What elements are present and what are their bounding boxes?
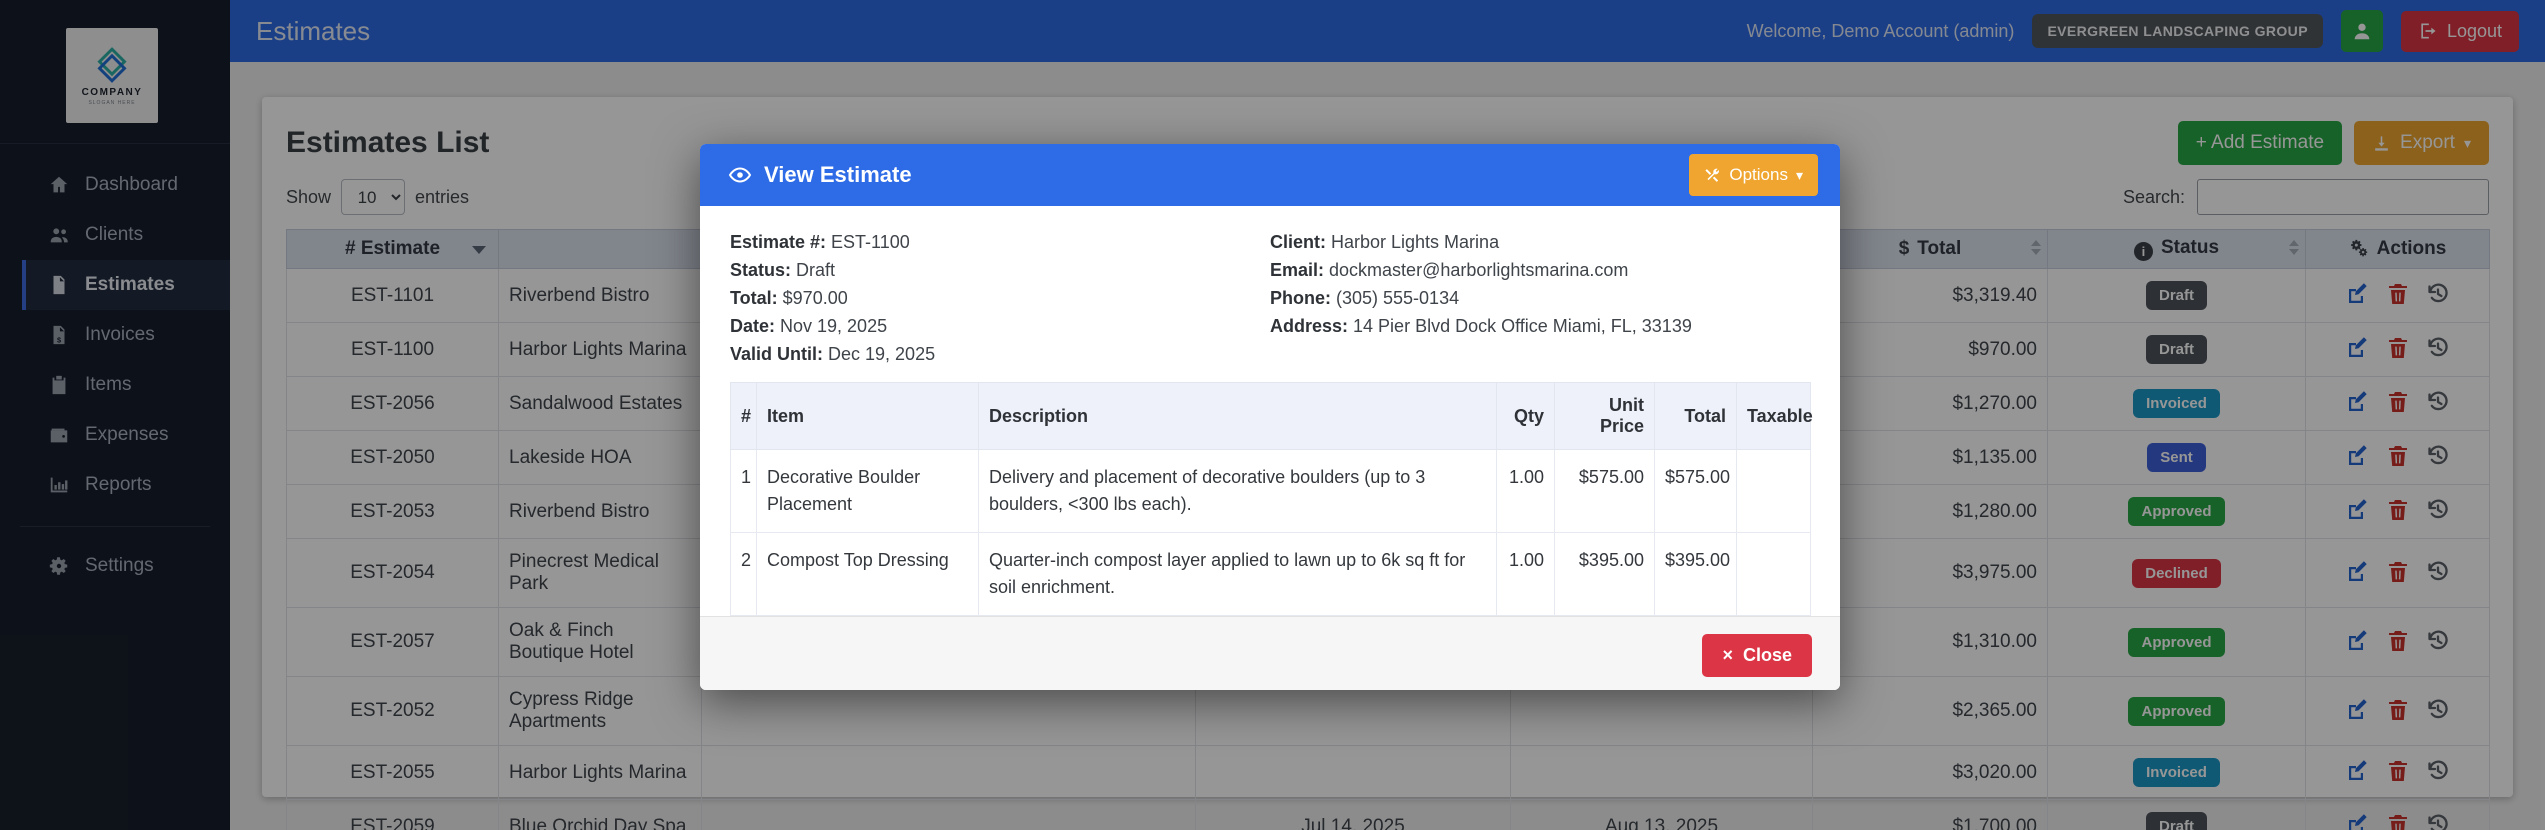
item-number-cell: 2 xyxy=(730,532,757,616)
close-icon: × xyxy=(1722,645,1733,665)
line-items-header-row: # Item Description Qty Unit Price Total Taxabl… xyxy=(730,382,1813,450)
line-items-column-unit-price: Unit Price xyxy=(1554,382,1655,450)
item-total-cell: $395.00 xyxy=(1654,532,1737,616)
detail-line: Phone: (305) 555-0134 xyxy=(1270,284,1810,312)
estimate-details: Estimate #: EST-1100 Status: Draft Total: … xyxy=(730,228,1270,368)
detail-value: $970.00 xyxy=(777,288,848,308)
close-button[interactable]: × Close xyxy=(1702,634,1812,677)
detail-label: Address: xyxy=(1270,316,1349,336)
eye-icon xyxy=(728,167,752,183)
modal-title-wrap: View Estimate xyxy=(728,162,912,188)
line-items-column-total: Total xyxy=(1654,382,1737,450)
detail-line: Total: $970.00 xyxy=(730,284,1270,312)
item-description-cell: Delivery and placement of decorative bou… xyxy=(978,449,1497,533)
item-total-cell: $575.00 xyxy=(1654,449,1737,533)
detail-line: Email: dockmaster@harborlightsmarina.com xyxy=(1270,256,1810,284)
line-items-column-qty: Qty xyxy=(1496,382,1555,450)
detail-value: Dec 19, 2025 xyxy=(823,344,936,364)
line-items-column-item: Item xyxy=(756,382,979,450)
detail-line: Address: 14 Pier Blvd Dock Office Miami,… xyxy=(1270,312,1810,340)
options-button[interactable]: Options ▾ xyxy=(1689,154,1818,196)
detail-line: Client: Harbor Lights Marina xyxy=(1270,228,1810,256)
client-details: Client: Harbor Lights Marina Email: dockm… xyxy=(1270,228,1810,368)
item-description-cell: Quarter-inch compost layer applied to la… xyxy=(978,532,1497,616)
detail-label: Total: xyxy=(730,288,778,308)
detail-value: 14 Pier Blvd Dock Office Miami, FL, 3313… xyxy=(1348,316,1692,336)
detail-label: Estimate #: xyxy=(730,232,827,252)
detail-line: Status: Draft xyxy=(730,256,1270,284)
modal-title: View Estimate xyxy=(764,162,912,187)
detail-value: Harbor Lights Marina xyxy=(1326,232,1500,252)
modal-header: View Estimate Options ▾ xyxy=(700,144,1840,206)
item-taxable-cell xyxy=(1736,532,1811,616)
modal-body: Estimate #: EST-1100 Status: Draft Total: … xyxy=(700,206,1840,616)
item-unit-price-cell: $575.00 xyxy=(1554,449,1655,533)
detail-line: Estimate #: EST-1100 xyxy=(730,228,1270,256)
item-name-cell: Decorative Boulder Placement xyxy=(756,449,979,533)
detail-value: Nov 19, 2025 xyxy=(775,316,888,336)
line-item-row: 2 Compost Top Dressing Quarter-inch compos… xyxy=(730,532,1811,616)
detail-value: Draft xyxy=(791,260,836,280)
chevron-down-icon: ▾ xyxy=(1795,167,1803,183)
line-items-column--: # xyxy=(730,382,757,450)
line-items-header: # Item Description Qty Unit Price Total Taxabl… xyxy=(730,382,1813,450)
line-items-column-taxable: Taxable xyxy=(1736,382,1813,450)
item-qty-cell: 1.00 xyxy=(1496,532,1555,616)
detail-line: Date: Nov 19, 2025 xyxy=(730,312,1270,340)
line-items-table: # Item Description Qty Unit Price Total Taxabl… xyxy=(730,382,1813,616)
detail-label: Status: xyxy=(730,260,792,280)
view-estimate-modal: View Estimate Options ▾ Estimate #: EST-… xyxy=(700,144,1840,690)
close-label: Close xyxy=(1742,645,1792,665)
app-root: COMPANY SLOGAN HERE Dashboard Clients Esti… xyxy=(0,0,2545,830)
estimate-detail-columns: Estimate #: EST-1100 Status: Draft Total: … xyxy=(730,228,1810,368)
detail-label: Phone: xyxy=(1270,288,1331,308)
line-items-column-description: Description xyxy=(978,382,1497,450)
options-label: Options xyxy=(1729,165,1788,184)
detail-value: EST-1100 xyxy=(826,232,910,252)
detail-label: Client: xyxy=(1270,232,1326,252)
item-unit-price-cell: $395.00 xyxy=(1554,532,1655,616)
item-taxable-cell xyxy=(1736,449,1811,533)
detail-line: Valid Until: Dec 19, 2025 xyxy=(730,340,1270,368)
detail-label: Email: xyxy=(1270,260,1325,280)
detail-value: dockmaster@harborlightsmarina.com xyxy=(1324,260,1629,280)
detail-label: Valid Until: xyxy=(730,344,824,364)
detail-label: Date: xyxy=(730,316,776,336)
modal-footer: × Close xyxy=(700,616,1840,690)
item-qty-cell: 1.00 xyxy=(1496,449,1555,533)
line-items-body: 1 Decorative Boulder Placement Delivery an… xyxy=(730,449,1811,616)
line-item-row: 1 Decorative Boulder Placement Delivery an… xyxy=(730,449,1811,533)
item-name-cell: Compost Top Dressing xyxy=(756,532,979,616)
item-number-cell: 1 xyxy=(730,449,757,533)
detail-value: (305) 555-0134 xyxy=(1331,288,1460,308)
tools-icon xyxy=(1705,168,1720,182)
